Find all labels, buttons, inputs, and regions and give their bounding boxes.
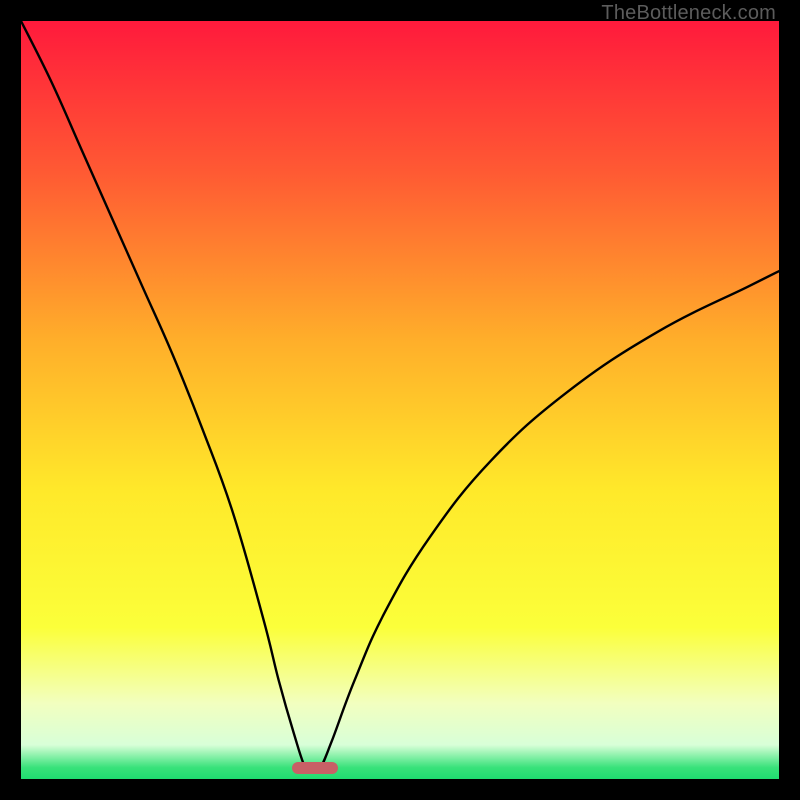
plot-area (21, 21, 779, 779)
gradient-background (21, 21, 779, 779)
optimal-marker (292, 762, 338, 774)
chart-frame (21, 21, 779, 779)
watermark-label: TheBottleneck.com (601, 2, 776, 25)
